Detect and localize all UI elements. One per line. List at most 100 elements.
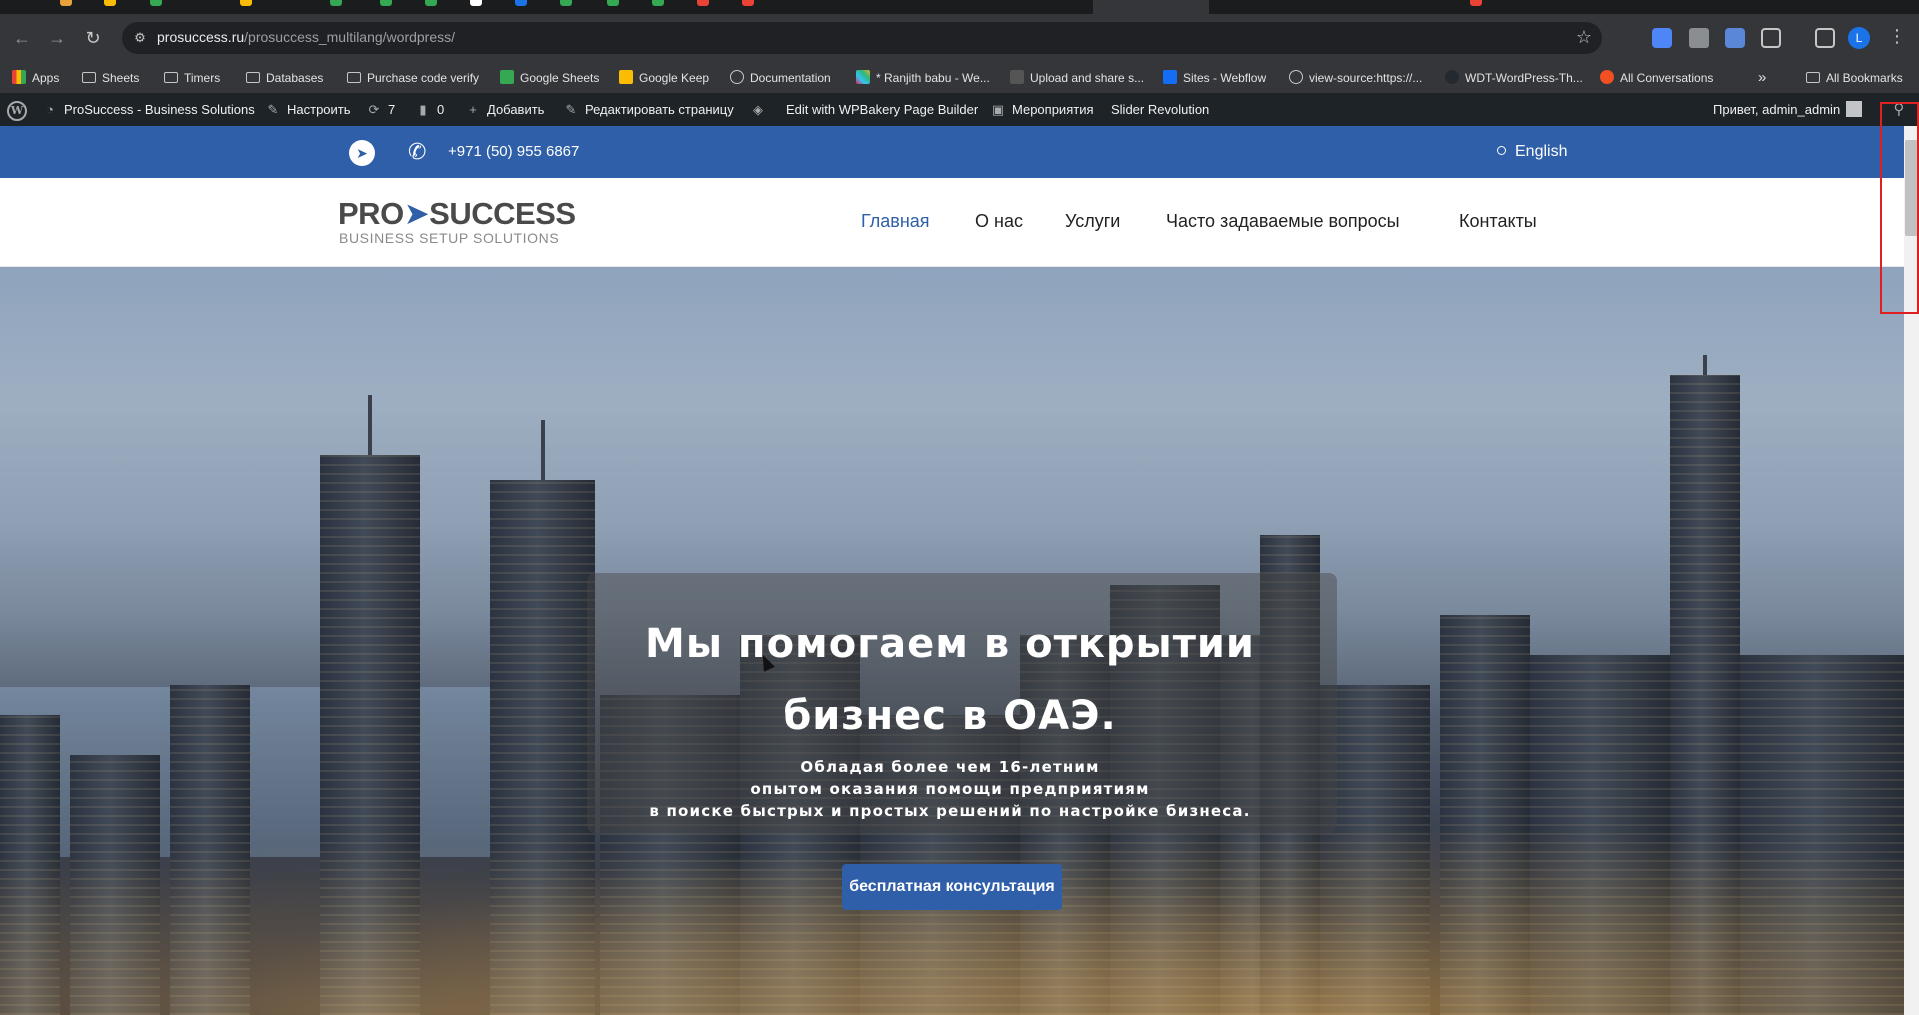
logo-text-right: SUCCESS xyxy=(429,196,576,231)
site-name-label: ProSuccess - Business Solutions xyxy=(64,102,255,117)
google-sheets-icon xyxy=(500,70,514,84)
updates-icon: ⟳ xyxy=(368,102,380,117)
page-scrollbar[interactable] xyxy=(1904,126,1919,1015)
bookmark-all-conversations[interactable]: All Conversations xyxy=(1600,69,1713,87)
tab-favicon[interactable] xyxy=(652,0,664,6)
free-consultation-button[interactable]: бесплатная консультация xyxy=(842,864,1062,910)
google-keep-icon xyxy=(619,70,633,84)
wp-customize[interactable]: ✎ Настроить xyxy=(265,94,351,126)
profile-avatar[interactable]: L xyxy=(1848,27,1870,49)
extension-icon[interactable] xyxy=(1652,28,1672,48)
wordpress-logo-icon[interactable]: W xyxy=(7,101,27,121)
wp-edit-page[interactable]: ✎ Редактировать страницу xyxy=(563,94,734,126)
bookmark-upload-share[interactable]: Upload and share s... xyxy=(1010,69,1144,87)
site-header: PRO➤SUCCESS BUSINESS SETUP SOLUTIONS Гла… xyxy=(0,178,1904,267)
wp-comments[interactable]: ▮ 0 xyxy=(415,94,444,126)
bookmark-timers[interactable]: Timers xyxy=(164,69,220,87)
all-bookmarks[interactable]: All Bookmarks xyxy=(1806,69,1903,87)
folder-icon xyxy=(1806,72,1820,83)
search-icon[interactable]: ⚲ xyxy=(1879,94,1919,126)
folder-icon xyxy=(82,72,96,83)
tab-favicon[interactable] xyxy=(150,0,162,6)
dashboard-icon: ◔ xyxy=(46,102,54,117)
chat-icon xyxy=(1600,70,1614,84)
tab-favicon[interactable] xyxy=(104,0,116,6)
wpbakery-label: Edit with WPBakery Page Builder xyxy=(786,102,979,117)
wp-site-name[interactable]: ◔ ProSuccess - Business Solutions xyxy=(42,94,255,126)
tab-favicon[interactable] xyxy=(697,0,709,6)
nav-contacts[interactable]: Контакты xyxy=(1459,211,1537,232)
tab-active[interactable] xyxy=(1093,0,1209,14)
bookmark-google-keep[interactable]: Google Keep xyxy=(619,69,709,87)
language-switcher[interactable]: English xyxy=(1497,143,1567,161)
bookmark-label: Google Keep xyxy=(639,71,710,85)
events-icon: ▣ xyxy=(991,102,1005,117)
bookmark-label: All Bookmarks xyxy=(1826,71,1903,85)
tab-favicon[interactable] xyxy=(425,0,437,6)
tab-favicon[interactable] xyxy=(60,0,72,6)
address-bar[interactable]: ⚙ prosuccess.ru/prosuccess_multilang/wor… xyxy=(122,22,1602,54)
hero-title-line-2: бизнес в ОАЭ. xyxy=(783,693,1117,739)
apps-icon xyxy=(12,70,26,84)
greeting-label: Привет, admin_admin xyxy=(1713,102,1841,117)
wp-account[interactable]: Привет, admin_admin xyxy=(1713,94,1863,126)
bookmark-label: Google Sheets xyxy=(520,71,600,85)
nav-services[interactable]: Услуги xyxy=(1065,211,1120,232)
wp-slider-revolution[interactable]: Slider Revolution xyxy=(1111,94,1209,126)
github-icon xyxy=(1445,70,1459,84)
bookmark-documentation[interactable]: Documentation xyxy=(730,69,831,87)
forward-arrow-icon[interactable]: → xyxy=(45,26,69,50)
scrollbar-thumb[interactable] xyxy=(1905,140,1918,236)
bookmark-apps[interactable]: Apps xyxy=(12,69,59,87)
hero-title: Мы помогаем в открытии бизнес в ОАЭ. xyxy=(540,608,1360,752)
tab-favicon[interactable] xyxy=(560,0,572,6)
tab-favicon[interactable] xyxy=(607,0,619,6)
back-arrow-icon[interactable]: ← xyxy=(10,26,34,50)
wp-updates[interactable]: ⟳ 7 xyxy=(366,94,396,126)
phone-number[interactable]: +971 (50) 955 6867 xyxy=(448,143,579,160)
nav-home[interactable]: Главная xyxy=(861,211,930,232)
tab-favicon[interactable] xyxy=(240,0,252,6)
puzzle-extensions-icon[interactable] xyxy=(1761,28,1781,48)
tab-favicon[interactable] xyxy=(380,0,392,6)
bookmark-star-icon[interactable]: ☆ xyxy=(1576,27,1592,48)
hero-background-spire xyxy=(368,395,372,455)
tab-favicon[interactable] xyxy=(515,0,527,6)
translate-extension-icon[interactable] xyxy=(1725,28,1745,48)
bookmark-slack[interactable]: * Ranjith babu - We... xyxy=(856,69,990,87)
phone-icon[interactable]: ✆ xyxy=(408,140,432,164)
wpbakery-icon: ◈ xyxy=(753,102,763,117)
telegram-icon[interactable]: ➤ xyxy=(349,140,375,166)
bookmarks-bar: Apps Sheets Timers Databases Purchase co… xyxy=(0,62,1919,94)
radio-dot-icon xyxy=(1497,146,1506,155)
globe-icon xyxy=(1289,70,1303,84)
edit-page-label: Редактировать страницу xyxy=(585,102,734,117)
tab-favicon[interactable] xyxy=(742,0,754,6)
site-logo[interactable]: PRO➤SUCCESS BUSINESS SETUP SOLUTIONS xyxy=(338,196,576,250)
wp-add-new[interactable]: + Добавить xyxy=(465,94,544,126)
wp-events[interactable]: ▣ Мероприятия xyxy=(990,94,1094,126)
bookmark-google-sheets[interactable]: Google Sheets xyxy=(500,69,599,87)
bookmark-webflow[interactable]: Sites - Webflow xyxy=(1163,69,1266,87)
side-panel-icon[interactable] xyxy=(1815,28,1835,48)
bookmark-sheets[interactable]: Sheets xyxy=(82,69,139,87)
bookmark-databases[interactable]: Databases xyxy=(246,69,323,87)
site-info-icon[interactable]: ⚙ xyxy=(132,30,148,46)
bookmark-view-source[interactable]: view-source:https://... xyxy=(1289,69,1422,87)
tab-favicon[interactable] xyxy=(470,0,482,6)
camera-extension-icon[interactable] xyxy=(1689,28,1709,48)
more-bookmarks-chevron-icon[interactable]: » xyxy=(1758,69,1766,87)
wp-wpbakery[interactable]: ◈ Edit with WPBakery Page Builder xyxy=(750,94,978,126)
tab-favicon[interactable] xyxy=(1470,0,1482,6)
nav-faq[interactable]: Часто задаваемые вопросы xyxy=(1166,211,1400,232)
bookmark-label: Sheets xyxy=(102,71,140,85)
bookmark-github[interactable]: WDT-WordPress-Th... xyxy=(1445,69,1583,87)
tab-favicon[interactable] xyxy=(330,0,342,6)
url-text[interactable]: prosuccess.ru/prosuccess_multilang/wordp… xyxy=(157,29,455,45)
menu-kebab-icon[interactable]: ⋮ xyxy=(1888,24,1906,48)
webflow-icon xyxy=(1163,70,1177,84)
bookmark-label: * Ranjith babu - We... xyxy=(876,71,990,85)
reload-icon[interactable]: ↻ xyxy=(81,26,105,50)
nav-about[interactable]: О нас xyxy=(975,211,1023,232)
bookmark-purchase-code[interactable]: Purchase code verify xyxy=(347,69,479,87)
